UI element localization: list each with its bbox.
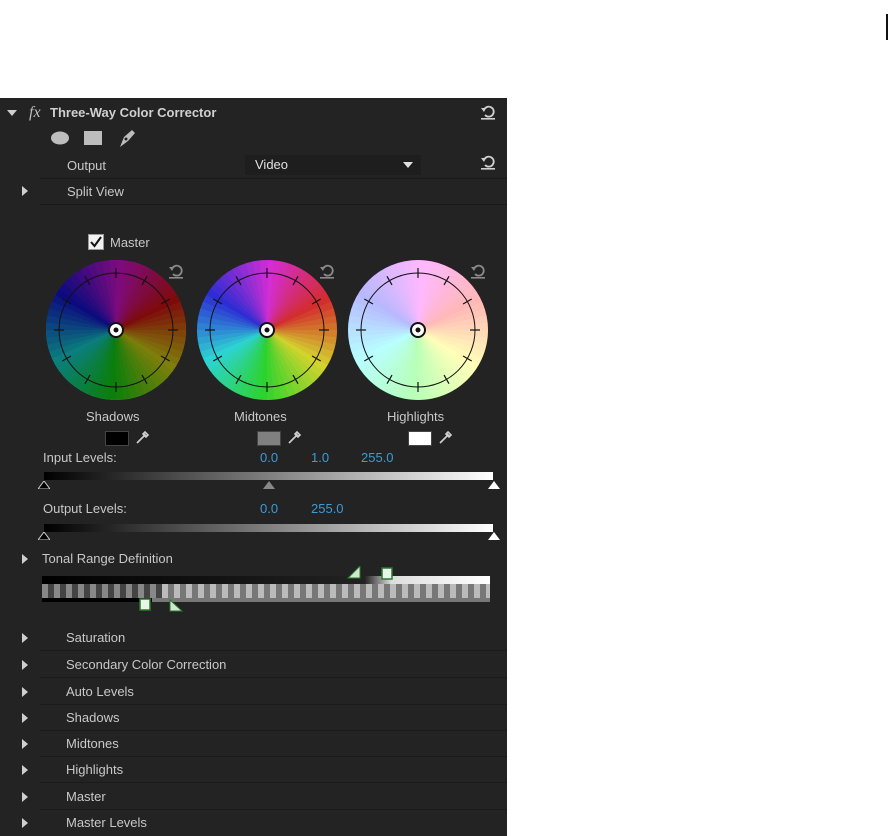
output-levels-gradient[interactable] [44,524,493,532]
output-black-value[interactable]: 0.0 [260,501,278,516]
section-label: Auto Levels [66,684,134,699]
section-auto-levels[interactable]: Auto Levels [0,679,507,705]
output-dropdown[interactable]: Video [245,155,421,175]
midtones-color-swatch[interactable] [257,431,281,446]
section-label: Master Levels [66,815,147,830]
section-secondary-color-correction[interactable]: Secondary Color Correction [0,652,507,678]
section-label: Shadows [66,710,120,725]
expand-icon [22,765,28,775]
input-levels-label: Input Levels: [43,450,117,465]
shadows-wheel-label: Shadows [86,409,140,424]
highlights-wheel-label: Highlights [387,409,445,424]
separator [40,204,507,205]
output-levels-label: Output Levels: [43,501,127,516]
midtones-eyedropper-icon[interactable] [287,429,303,445]
input-black-value[interactable]: 0.0 [260,450,278,465]
highlights-color-wheel[interactable] [347,259,489,401]
expand-icon [22,687,28,697]
rectangle-mask-icon[interactable] [83,130,103,146]
reset-highlights-icon[interactable] [469,262,487,280]
output-label: Output [67,158,107,173]
input-levels-gradient[interactable] [44,472,493,480]
reset-shadows-icon[interactable] [167,262,185,280]
section-saturation[interactable]: Saturation [0,625,507,651]
output-white-slider-handle[interactable] [488,532,500,540]
collapse-effect-toggle[interactable] [7,110,17,116]
expand-icon [22,660,28,670]
expand-icon [22,713,28,723]
midtones-color-wheel[interactable] [196,259,338,401]
section-master-levels[interactable]: Master Levels [0,810,507,836]
expand-split-view-toggle[interactable] [22,186,28,196]
expand-icon [22,739,28,749]
shadows-color-swatch[interactable] [105,431,129,446]
input-gamma-slider-handle[interactable] [263,481,275,489]
effect-controls-panel: fx Three-Way Color Corrector Output Vide… [0,98,507,836]
tonal-range-label: Tonal Range Definition [42,551,173,566]
section-label: Midtones [66,736,119,751]
expand-tonal-range-toggle[interactable] [22,554,28,564]
expand-icon [22,633,28,643]
master-label: Master [110,235,150,250]
section-master[interactable]: Master [0,784,507,810]
section-midtones[interactable]: Midtones [0,731,507,757]
effect-title: Three-Way Color Corrector [50,105,217,120]
split-view-label: Split View [67,184,124,199]
highlights-color-swatch[interactable] [408,431,432,446]
midtones-wheel-label: Midtones [234,409,287,424]
shadows-eyedropper-icon[interactable] [135,429,151,445]
input-black-slider-handle[interactable] [38,481,50,489]
chevron-down-icon [403,162,413,168]
expand-icon [22,818,28,828]
master-checkbox[interactable] [88,234,104,250]
section-shadows[interactable]: Shadows [0,705,507,731]
separator [40,178,507,179]
section-label: Master [66,789,106,804]
expand-icon [22,792,28,802]
section-label: Saturation [66,630,126,645]
checkmark-icon [90,236,102,248]
section-label: Secondary Color Correction [66,657,227,672]
fx-icon[interactable]: fx [29,104,41,122]
pen-mask-icon[interactable] [116,127,138,149]
reset-output-icon[interactable] [479,153,497,171]
input-white-value[interactable]: 255.0 [361,450,394,465]
highlights-eyedropper-icon[interactable] [438,429,454,445]
output-white-value[interactable]: 255.0 [311,501,344,516]
reset-midtones-icon[interactable] [318,262,336,280]
output-dropdown-value: Video [255,157,289,172]
tonal-range-graph[interactable] [42,566,492,614]
input-gamma-value[interactable]: 1.0 [311,450,329,465]
reset-effect-icon[interactable] [479,103,497,121]
input-white-slider-handle[interactable] [488,481,500,489]
section-label: Highlights [66,762,124,777]
shadows-color-wheel[interactable] [45,259,187,401]
section-highlights[interactable]: Highlights [0,757,507,783]
ellipse-mask-icon[interactable] [50,131,70,145]
output-black-slider-handle[interactable] [38,532,50,540]
window-edge-line [886,14,888,40]
